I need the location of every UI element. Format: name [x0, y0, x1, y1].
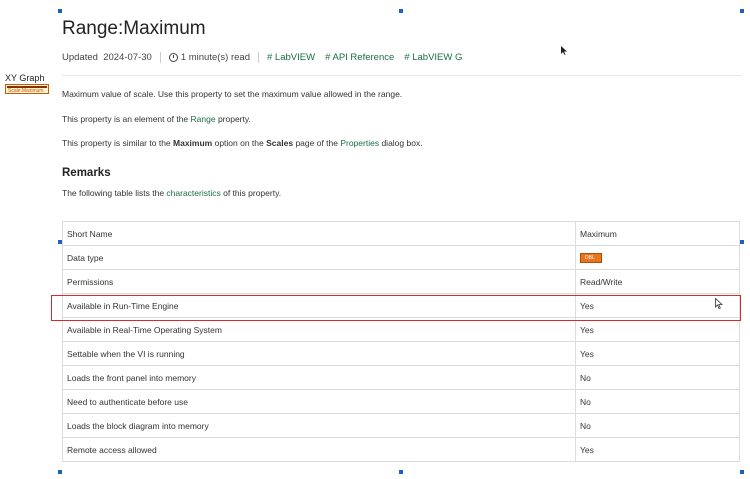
table-cell-value: No: [575, 389, 740, 414]
property-node-text: Scale.Maximum: [8, 88, 44, 94]
table-cell-name: Data type: [62, 245, 576, 270]
properties-link[interactable]: Properties: [340, 138, 379, 148]
page-title: Range:Maximum: [62, 18, 206, 39]
table-row: Settable when the VI is running Yes: [62, 341, 740, 366]
hash-icon: #: [325, 52, 331, 63]
property-node-widget[interactable]: XY Graph Scale.Maximum: [5, 73, 49, 94]
meta-separator: [257, 52, 259, 63]
description-paragraph: Maximum value of scale. Use this propert…: [62, 89, 403, 99]
remarks-paragraph: The following table lists the characteri…: [62, 188, 282, 198]
table-cell-value: DBL: [575, 245, 740, 270]
selection-handle[interactable]: [740, 9, 744, 13]
selection-handle[interactable]: [399, 9, 403, 13]
table-row: Available in Real-Time Operating System Y…: [62, 317, 740, 342]
table-row: Short Name Maximum: [62, 221, 740, 246]
table-cell-name: Available in Real-Time Operating System: [62, 317, 576, 342]
selection-handle[interactable]: [740, 470, 744, 474]
table-cell-name: Loads the block diagram into memory: [62, 413, 576, 438]
clock-icon: [168, 53, 178, 62]
divider: [62, 75, 742, 76]
table-cell-name: Settable when the VI is running: [62, 341, 576, 366]
table-row: Remote access allowed Yes: [62, 437, 740, 462]
selection-handle[interactable]: [399, 470, 403, 474]
selection-handle[interactable]: [58, 9, 62, 13]
characteristics-table: Short Name Maximum Data type DBL Permissio…: [62, 221, 740, 462]
range-paragraph: This property is an element of the Range…: [62, 114, 251, 124]
table-cell-value: No: [575, 365, 740, 390]
dbl-datatype-icon: DBL: [580, 252, 602, 263]
widget-label: XY Graph: [5, 73, 45, 83]
similar-paragraph: This property is similar to the Maximum …: [62, 138, 423, 148]
updated-date: 2024-07-30: [103, 52, 152, 63]
tag-labview-g[interactable]: # LabVIEW G: [404, 52, 462, 63]
table-row: Permissions Read/Write: [62, 269, 740, 294]
table-row: Need to authenticate before use No: [62, 389, 740, 414]
tag-labview[interactable]: # LabVIEW: [267, 52, 315, 63]
meta-separator: [159, 52, 161, 63]
table-cell-value: Yes: [575, 317, 740, 342]
page-meta: Updated 2024-07-30 1 minute(s) read # La…: [62, 52, 472, 63]
table-cell-name: Short Name: [62, 221, 576, 246]
table-cell-name: Remote access allowed: [62, 437, 576, 462]
table-row: Loads the block diagram into memory No: [62, 413, 740, 438]
table-cell-value: Maximum: [575, 221, 740, 246]
table-cell-value: Yes: [575, 437, 740, 462]
read-time: 1 minute(s) read: [180, 52, 250, 63]
selection-handle[interactable]: [58, 470, 62, 474]
table-row: Data type DBL: [62, 245, 740, 270]
selection-handle[interactable]: [740, 240, 744, 244]
mouse-pointer-icon: [715, 298, 723, 309]
characteristics-link[interactable]: characteristics: [166, 188, 220, 198]
hash-icon: #: [266, 52, 273, 63]
remarks-heading: Remarks: [62, 167, 111, 179]
highlight-box: [51, 295, 741, 321]
tag-api-reference[interactable]: # API Reference: [325, 52, 394, 63]
range-link[interactable]: Range: [191, 114, 216, 124]
table-cell-value: Read/Write: [575, 269, 740, 294]
table-row: Loads the front panel into memory No: [62, 365, 740, 390]
mouse-pointer-icon: [561, 46, 567, 55]
table-cell-value: No: [575, 413, 740, 438]
hash-icon: #: [404, 52, 410, 63]
table-cell-name: Need to authenticate before use: [62, 389, 576, 414]
table-cell-name: Permissions: [62, 269, 576, 294]
table-cell-value: Yes: [575, 341, 740, 366]
property-node[interactable]: Scale.Maximum: [5, 84, 49, 94]
table-cell-name: Loads the front panel into memory: [62, 365, 576, 390]
updated-label: Updated: [62, 52, 98, 63]
